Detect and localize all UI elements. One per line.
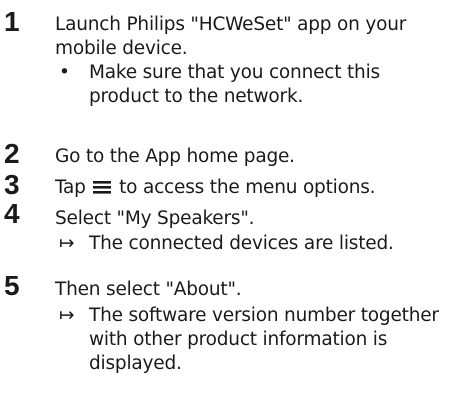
step-text: Tap to access the menu options. (55, 176, 455, 202)
step-result-text: The connected devices are listed. (89, 233, 394, 254)
result-arrow-icon: ↦ (59, 305, 75, 326)
result-arrow-icon: ↦ (59, 233, 75, 254)
step-text-after-icon: to access the menu options. (119, 177, 376, 198)
step-note-text: Make sure that you connect this product … (89, 62, 380, 107)
bullet-icon: • (59, 62, 70, 83)
step-text: Select "My Speakers". (55, 208, 255, 229)
step-number: 2 (4, 138, 20, 169)
step-number: 1 (4, 6, 20, 37)
menu-icon (93, 178, 112, 202)
step-number: 5 (4, 270, 20, 301)
step-text: Go to the App home page. (55, 146, 295, 167)
step-text-before-icon: Tap (55, 177, 86, 198)
step-number: 3 (4, 169, 20, 200)
step-number: 4 (4, 198, 20, 229)
step-result-text: The software version number together wit… (89, 305, 439, 374)
step-text: Then select "About". (55, 279, 242, 300)
step-text: Launch Philips "HCWeSet" app on your mob… (55, 14, 407, 59)
